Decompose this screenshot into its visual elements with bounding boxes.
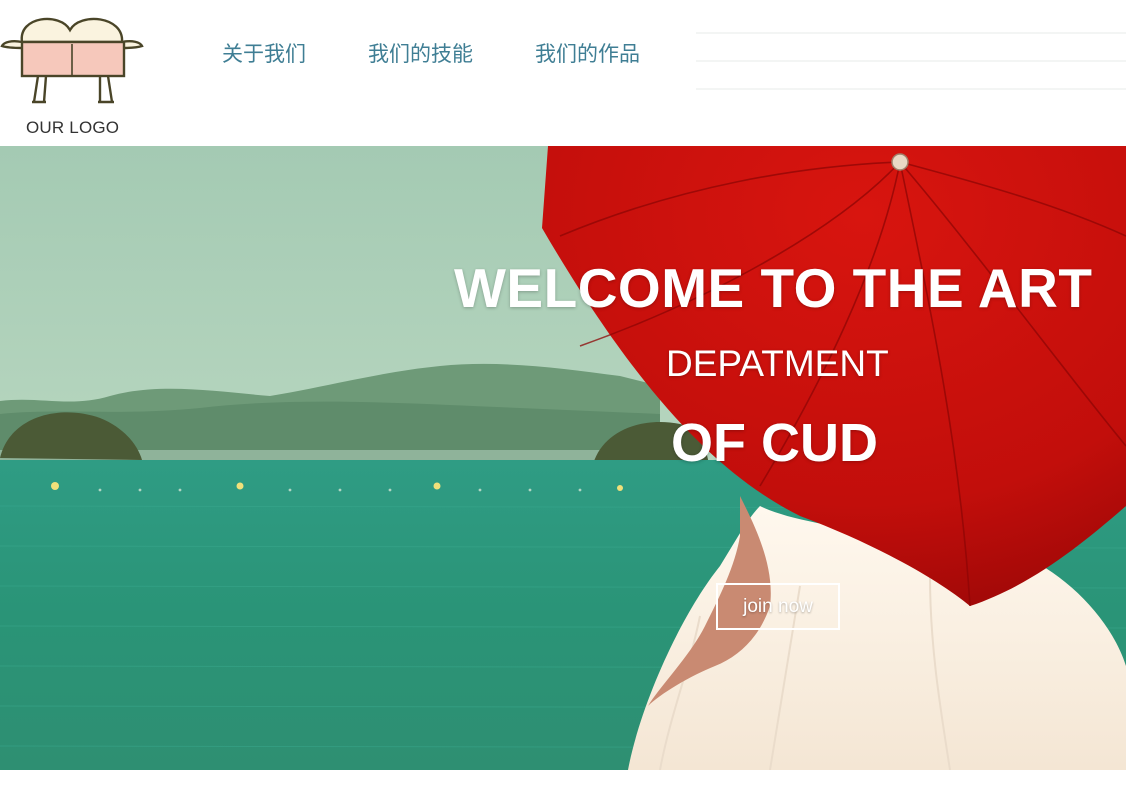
- cartoon-logo-icon: [0, 17, 144, 104]
- logo-text: OUR LOGO: [26, 118, 120, 137]
- site-header: OUR LOGO 关于我们 我们的技能 我们的作品: [0, 0, 1126, 146]
- nav-item-skills[interactable]: 我们的技能: [368, 38, 473, 68]
- hero-subtitle: DEPATMENT: [666, 343, 889, 384]
- hero-subtitle-2: OF CUD: [671, 413, 878, 473]
- nav-item-works[interactable]: 我们的作品: [535, 38, 640, 68]
- logo[interactable]: OUR LOGO: [0, 8, 145, 137]
- hero-banner: WELCOME TO THE ART DEPATMENT OF CUD join…: [0, 146, 1126, 770]
- main-nav: 关于我们 我们的技能 我们的作品: [222, 38, 702, 68]
- join-now-button[interactable]: join now: [716, 583, 840, 630]
- hero-background-image: [0, 146, 1126, 770]
- hero-title: WELCOME TO THE ART: [454, 257, 1093, 319]
- header-decoration: [696, 6, 1126, 116]
- nav-item-about[interactable]: 关于我们: [222, 38, 306, 68]
